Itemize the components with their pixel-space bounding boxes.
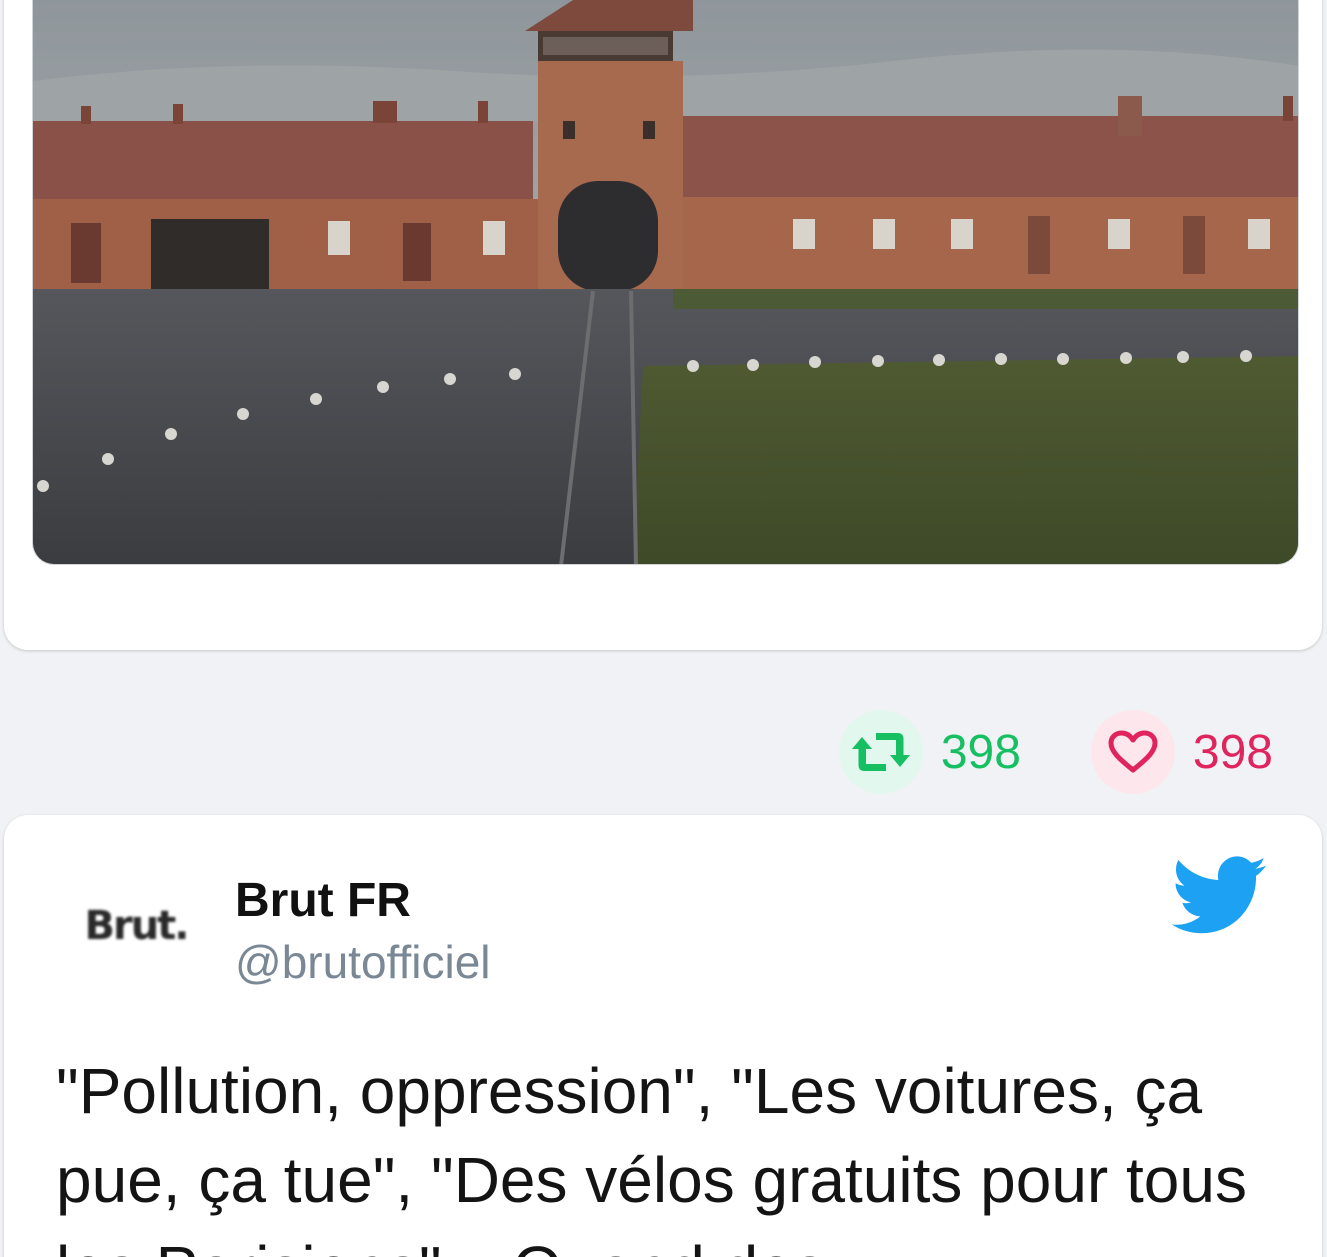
heart-icon-circle[interactable] — [1090, 710, 1175, 794]
tweet-text: "Pollution, oppression", "Les voitures, … — [56, 1055, 1247, 1257]
avatar-logo-text: Brut. — [84, 903, 189, 949]
retweet-button[interactable]: 398 — [838, 710, 1021, 794]
author-handle[interactable]: @brutofficiel — [235, 935, 491, 989]
retweet-count: 398 — [940, 725, 1021, 779]
author-name[interactable]: Brut FR — [235, 873, 411, 928]
retweet-icon — [851, 733, 910, 771]
heart-icon — [1108, 730, 1158, 773]
tweet-actions: 398 398 — [838, 710, 1273, 794]
avatar[interactable]: Brut. — [66, 871, 206, 981]
like-button[interactable]: 398 — [1090, 710, 1273, 794]
like-count: 398 — [1192, 725, 1273, 779]
retweet-icon-circle[interactable] — [838, 710, 923, 794]
tweet-card: Brut. Brut FR @brutofficiel "Pollution, … — [4, 815, 1322, 1257]
tweet-feed: 398 398 Brut. Brut FR @brutofficiel "Pol… — [0, 0, 1327, 1257]
previous-tweet-card — [4, 0, 1322, 650]
tweet-media-image[interactable] — [32, 0, 1299, 565]
twitter-bird-icon[interactable] — [1172, 855, 1268, 937]
